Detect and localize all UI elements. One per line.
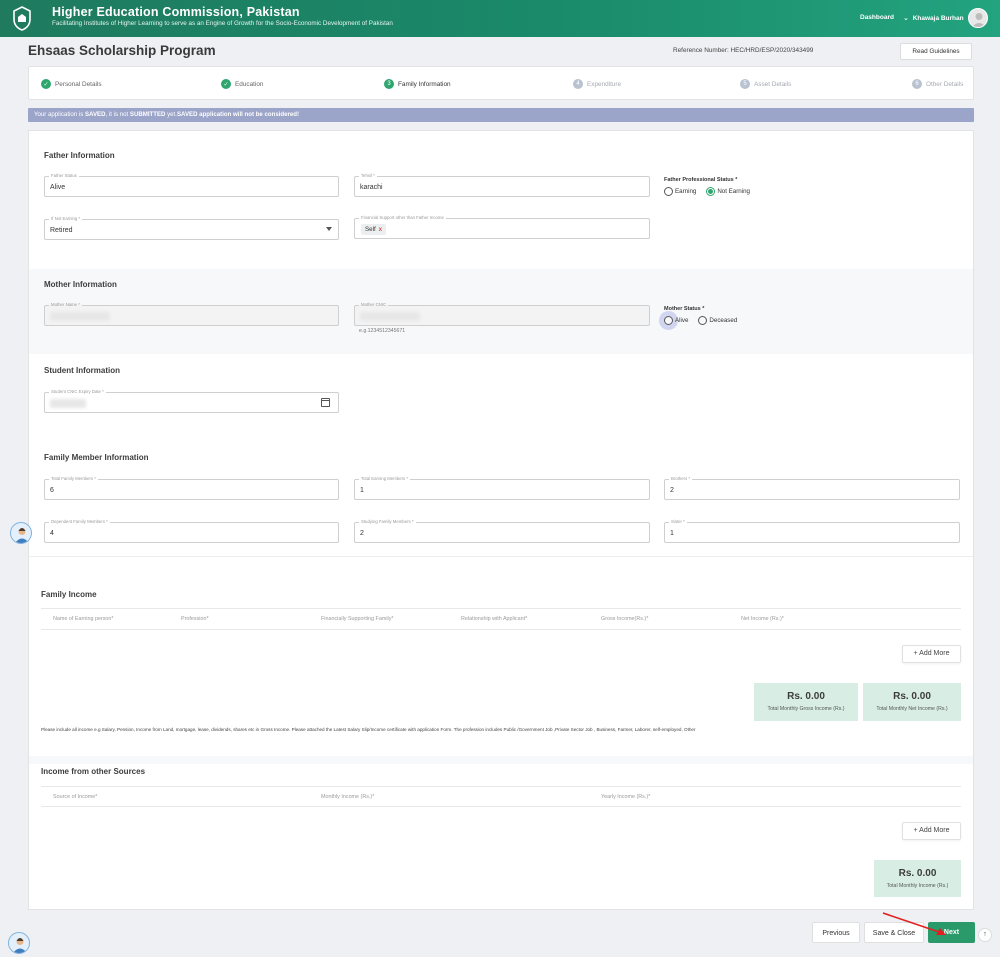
redacted-value (50, 312, 110, 321)
page-title: Ehsaas Scholarship Program (28, 43, 216, 58)
support-chip: Self x (361, 224, 387, 235)
father-section-title: Father Information (44, 151, 115, 160)
father-professional-status: Father Professional Status * Earning Not… (664, 177, 751, 196)
hec-logo-icon[interactable] (10, 5, 34, 32)
header-title: Higher Education Commission, Pakistan (52, 5, 300, 19)
other-income-add-more-button[interactable]: + Add More (902, 822, 961, 840)
total-family-members-field[interactable]: Total Family Members * 6 (44, 476, 339, 500)
caret-down-icon (326, 227, 332, 231)
user-avatar-icon (972, 13, 986, 27)
not-earning-radio[interactable]: Not Earning (706, 187, 750, 196)
read-guidelines-button[interactable]: Read Guidelines (900, 43, 972, 60)
remove-chip-icon[interactable]: x (379, 226, 382, 233)
step-number: 5 (740, 79, 750, 89)
step-family-information[interactable]: 3 Family Information (384, 79, 451, 89)
column-header: Yearly Income (Rs.)* (601, 793, 651, 800)
calendar-icon[interactable] (321, 398, 330, 407)
mother-name-field[interactable]: Mother Name * (44, 302, 339, 326)
total-net-income-box: Rs. 0.00 Total Monthly Net Income (Rs.) (863, 683, 961, 721)
header-subtitle: Facilitating Institutes of Higher Learni… (52, 20, 393, 27)
column-header: Gross Income(Rs.)* (601, 616, 649, 622)
step-label: Other Details (926, 80, 964, 88)
save-status-banner: Your application is SAVED, it is not SUB… (28, 108, 974, 122)
total-monthly-income-box: Rs. 0.00 Total Monthly Income (Rs.) (874, 860, 961, 897)
annotation-arrow-icon (882, 912, 946, 935)
step-number: 3 (384, 79, 394, 89)
mother-cnic-field[interactable]: Mother CNIC (354, 302, 650, 326)
total-gross-income-box: Rs. 0.00 Total Monthly Gross Income (Rs.… (754, 683, 858, 721)
user-menu[interactable]: ⌄ Khawaja Burhan (903, 14, 964, 22)
family-income-section (29, 556, 973, 751)
earning-radio[interactable]: Earning (664, 187, 696, 196)
previous-button[interactable]: Previous (812, 922, 860, 943)
chat-avatar[interactable] (8, 932, 30, 954)
progress-stepper: ✓ Personal Details ✓ Education 3 Family … (28, 66, 974, 100)
section-divider (29, 756, 973, 764)
reference-number: Reference Number: HEC/HRD/ESP/2020/34349… (673, 47, 814, 54)
column-header: Financially Supporting Family* (321, 616, 394, 622)
if-not-earning-select[interactable]: If Not Earning * Retired (44, 216, 339, 240)
total-earning-members-field[interactable]: Total Earning Members * 1 (354, 476, 650, 500)
student-section-title: Student Information (44, 366, 120, 375)
income-note: Please include all income e.g Salary, Pe… (41, 727, 696, 732)
mother-status: Mother Status * Alive Deceased (664, 306, 738, 325)
scroll-top-icon[interactable]: ↑ (978, 928, 992, 942)
cnic-hint: e.g.1234512345671 (359, 328, 406, 334)
brothers-field[interactable]: Brothers * 2 (664, 476, 960, 500)
family-information-form: Father Information Father Status Alive T… (28, 130, 974, 910)
step-education[interactable]: ✓ Education (221, 79, 263, 89)
step-asset-details[interactable]: 5 Asset Details (740, 79, 791, 89)
step-other-details[interactable]: 6 Other Details (912, 79, 963, 89)
family-member-section-title: Family Member Information (44, 453, 149, 462)
step-number: 6 (912, 79, 922, 89)
family-income-add-more-button[interactable]: + Add More (902, 645, 961, 663)
redacted-value (50, 399, 86, 408)
step-label: Expenditure (587, 80, 622, 88)
dependent-family-members-field[interactable]: Dependent Family Members * 4 (44, 519, 339, 543)
redacted-value (360, 312, 420, 321)
chevron-down-icon: ⌄ (903, 15, 909, 22)
column-header: Profession* (181, 616, 209, 622)
tehsil-field[interactable]: Tehsil * karachi (354, 173, 650, 197)
column-header: Net Income (Rs.)* (741, 616, 784, 622)
step-number: 4 (573, 79, 583, 89)
studying-family-members-field[interactable]: Studying Family Members * 2 (354, 519, 650, 543)
step-label: Asset Details (754, 80, 792, 88)
other-income-title: Income from other Sources (41, 767, 146, 776)
alive-radio[interactable]: Alive (664, 316, 688, 325)
mother-section-title: Mother Information (44, 280, 117, 289)
app-header: Higher Education Commission, Pakistan Fa… (0, 0, 1000, 37)
step-label: Family Information (398, 80, 451, 88)
check-icon: ✓ (221, 79, 231, 89)
step-personal-details[interactable]: ✓ Personal Details (41, 79, 102, 89)
support-agent-icon (13, 938, 27, 953)
deceased-radio[interactable]: Deceased (698, 316, 737, 325)
column-header: Relationship with Applicant* (461, 616, 528, 622)
user-avatar[interactable] (968, 8, 988, 28)
student-cnic-expiry-field[interactable]: Student CNIC Expiry Date * (44, 389, 339, 413)
column-header: Monthly Income (Rs.)* (321, 793, 375, 800)
column-header: Name of Earning person* (53, 616, 114, 622)
father-status-field[interactable]: Father Status Alive (44, 173, 339, 197)
step-label: Education (235, 80, 264, 88)
step-label: Personal Details (55, 80, 102, 88)
dashboard-link[interactable]: Dashboard (860, 14, 894, 21)
family-income-table-header: Name of Earning person* Profession* Fina… (41, 608, 961, 630)
financial-support-field[interactable]: Financial Support other than Father Inco… (354, 215, 650, 239)
user-name: Khawaja Burhan (912, 15, 964, 22)
support-avatar[interactable] (10, 522, 32, 544)
check-icon: ✓ (41, 79, 51, 89)
family-income-title: Family Income (41, 590, 97, 599)
other-income-table-header: Source of Income* Monthly Income (Rs.)* … (41, 786, 961, 807)
step-expenditure[interactable]: 4 Expenditure (573, 79, 621, 89)
sister-field[interactable]: Sister * 1 (664, 519, 960, 543)
column-header: Source of Income* (53, 793, 98, 800)
